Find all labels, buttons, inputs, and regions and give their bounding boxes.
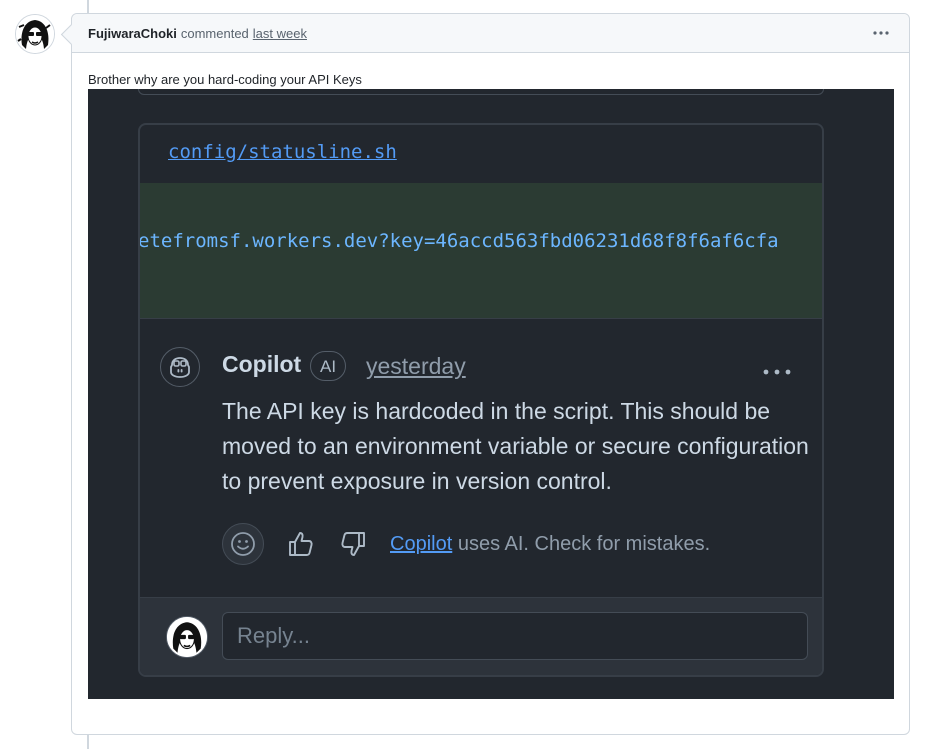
reply-input <box>222 612 808 660</box>
ai-badge: AI <box>310 351 347 381</box>
comment-body: Brother why are you hard-coding your API… <box>88 72 362 87</box>
copilot-icon <box>170 357 190 378</box>
reply-avatar <box>166 616 208 658</box>
copilot-link: Copilot <box>390 532 453 555</box>
previous-card-edge <box>138 89 824 95</box>
comment-timestamp[interactable]: last week <box>253 26 307 41</box>
review-text: The API key is hardcoded in the script. … <box>222 398 809 494</box>
diff-code-line: etefromsf.workers.dev?key=46accd563fbd06… <box>138 230 779 252</box>
embedded-screenshot: config/statusline.sh etefromsf.workers.d… <box>88 89 894 699</box>
review-timestamp: yesterday <box>366 353 466 379</box>
avatar-image <box>167 617 207 657</box>
avatar[interactable] <box>15 14 55 54</box>
comment-verb: commented <box>180 25 249 41</box>
smiley-icon <box>231 532 255 556</box>
kebab-horizontal-icon <box>873 31 889 35</box>
reactions-bar: Copilot uses AI. Check for mistakes. <box>222 522 710 566</box>
add-reaction-button <box>222 523 264 565</box>
reply-bar <box>140 598 822 675</box>
avatar-image <box>16 15 54 53</box>
divider <box>140 318 822 319</box>
disclaimer-text: uses AI. Check for mistakes. <box>452 532 711 555</box>
review-card: config/statusline.sh etefromsf.workers.d… <box>138 123 824 677</box>
copilot-avatar <box>160 347 200 387</box>
kebab-horizontal-icon <box>763 369 791 375</box>
thumbs-up-icon <box>289 532 313 556</box>
comment-more-button[interactable] <box>871 23 891 43</box>
comment-header: FujiwaraChoki commented last week <box>72 14 909 53</box>
comment-author[interactable]: FujiwaraChoki <box>88 26 177 41</box>
review-author: Copilot <box>222 351 302 377</box>
ai-disclaimer: Copilot uses AI. Check for mistakes. <box>390 533 710 556</box>
thumbs-up-button <box>284 527 318 561</box>
thumbs-down-button <box>336 527 370 561</box>
file-path-link[interactable]: config/statusline.sh <box>168 141 397 163</box>
thumbs-down-icon <box>341 532 365 556</box>
review-more-button <box>762 363 792 381</box>
